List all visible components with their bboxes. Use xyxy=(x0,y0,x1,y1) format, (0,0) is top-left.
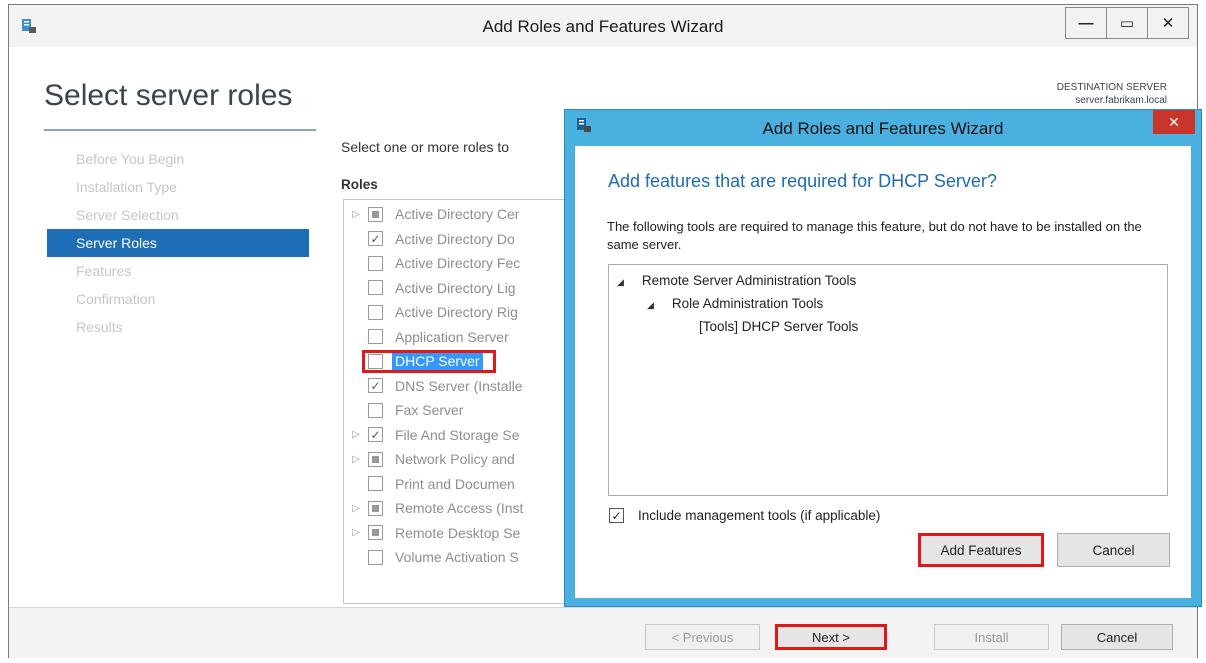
wizard-steps: Before You Begin Installation Type Serve… xyxy=(47,145,309,341)
step-before-you-begin[interactable]: Before You Begin xyxy=(47,145,309,173)
maximize-button[interactable]: ▭ xyxy=(1106,7,1148,39)
cancel-button[interactable]: Cancel xyxy=(1061,624,1173,650)
tree-node-dhcp-tools[interactable]: [Tools] DHCP Server Tools xyxy=(699,319,858,334)
title-divider xyxy=(44,129,316,131)
role-label: Remote Desktop Se xyxy=(395,524,521,541)
role-label: DNS Server (Installe xyxy=(395,377,523,394)
next-button[interactable]: Next > xyxy=(775,624,887,650)
role-label: Active Directory Rig xyxy=(395,304,518,321)
collapse-triangle-icon[interactable]: ◢ xyxy=(617,277,624,287)
expand-icon[interactable]: ▷ xyxy=(344,454,368,465)
role-checkbox[interactable] xyxy=(368,500,383,516)
role-label: File And Storage Se xyxy=(395,426,520,443)
step-server-roles[interactable]: Server Roles xyxy=(47,229,309,257)
include-tools-label: Include management tools (if applicable) xyxy=(638,508,881,523)
page-title: Select server roles xyxy=(44,79,293,112)
install-button[interactable]: Install xyxy=(934,624,1049,650)
role-checkbox[interactable] xyxy=(368,329,383,345)
dialog-heading: Add features that are required for DHCP … xyxy=(608,171,997,191)
role-label: Fax Server xyxy=(395,402,464,419)
role-checkbox[interactable]: ✓ xyxy=(368,231,383,247)
role-label: Active Directory Lig xyxy=(395,279,516,296)
add-features-button[interactable]: Add Features xyxy=(918,533,1044,567)
tree-node-rsat[interactable]: ◢ Remote Server Administration Tools xyxy=(617,273,856,288)
destination-value: server.fabrikam.local xyxy=(1075,95,1167,106)
role-checkbox[interactable] xyxy=(368,549,383,565)
role-checkbox[interactable]: ✓ xyxy=(368,378,383,394)
dialog-body: Add features that are required for DHCP … xyxy=(575,146,1191,598)
dialog-description: The following tools are required to mana… xyxy=(607,219,1142,252)
dialog-title: Add Roles and Features Wizard xyxy=(762,119,1004,138)
role-checkbox[interactable] xyxy=(368,525,383,541)
tree-node-label: Role Administration Tools xyxy=(671,296,824,311)
tree-node-label: [Tools] DHCP Server Tools xyxy=(699,319,859,334)
step-confirmation[interactable]: Confirmation xyxy=(47,285,309,313)
wizard-footer: < Previous Next > Install Cancel xyxy=(9,607,1197,658)
role-label: Active Directory Cer xyxy=(395,206,520,223)
destination-server: DESTINATION SERVER server.fabrikam.local xyxy=(1057,81,1167,107)
previous-button[interactable]: < Previous xyxy=(645,624,760,650)
expand-icon[interactable]: ▷ xyxy=(344,429,368,440)
dialog-close-button[interactable]: ✕ xyxy=(1153,110,1195,134)
minimize-button[interactable]: — xyxy=(1065,7,1107,39)
role-label: Print and Documen xyxy=(395,475,515,492)
role-label: Active Directory Fec xyxy=(395,255,521,272)
step-installation-type[interactable]: Installation Type xyxy=(47,173,309,201)
dhcp-highlight-box xyxy=(362,350,496,373)
step-results[interactable]: Results xyxy=(47,313,309,341)
dialog-title-bar: Add Roles and Features Wizard ✕ xyxy=(565,110,1201,146)
tree-node-role-admin-tools[interactable]: ◢ Role Administration Tools xyxy=(647,296,823,311)
dialog-cancel-button[interactable]: Cancel xyxy=(1057,533,1170,567)
expand-icon[interactable]: ▷ xyxy=(344,527,368,538)
role-checkbox[interactable] xyxy=(368,255,383,271)
role-checkbox[interactable] xyxy=(368,402,383,418)
role-label: Active Directory Do xyxy=(395,230,515,247)
required-features-tree[interactable]: ◢ Remote Server Administration Tools ◢ Rol… xyxy=(608,264,1168,496)
role-checkbox[interactable]: ✓ xyxy=(368,427,383,443)
close-button[interactable]: ✕ xyxy=(1147,7,1189,39)
required-features-dialog: Add Roles and Features Wizard ✕ Add feat… xyxy=(564,109,1202,607)
role-label: Volume Activation S xyxy=(395,549,519,566)
role-label: Application Server xyxy=(395,328,509,345)
window-title: Add Roles and Features Wizard xyxy=(482,17,724,36)
role-label: Network Policy and xyxy=(395,451,515,468)
role-checkbox[interactable] xyxy=(368,476,383,492)
include-tools-checkbox[interactable]: ✓ xyxy=(609,508,624,523)
window-controls: — ▭ ✕ xyxy=(1065,7,1189,39)
expand-icon[interactable]: ▷ xyxy=(344,503,368,514)
role-checkbox[interactable] xyxy=(368,280,383,296)
step-server-selection[interactable]: Server Selection xyxy=(47,201,309,229)
role-checkbox[interactable] xyxy=(368,206,383,222)
expand-icon[interactable]: ▷ xyxy=(344,209,368,220)
collapse-triangle-icon[interactable]: ◢ xyxy=(647,300,654,310)
role-checkbox[interactable] xyxy=(368,304,383,320)
include-management-tools[interactable]: ✓ Include management tools (if applicabl… xyxy=(609,508,880,523)
step-features[interactable]: Features xyxy=(47,257,309,285)
tree-node-label: Remote Server Administration Tools xyxy=(641,273,857,288)
title-bar: Add Roles and Features Wizard — ▭ ✕ xyxy=(9,5,1197,47)
role-checkbox[interactable] xyxy=(368,451,383,467)
destination-label: DESTINATION SERVER xyxy=(1056,82,1167,93)
role-label: Remote Access (Inst xyxy=(395,500,524,517)
